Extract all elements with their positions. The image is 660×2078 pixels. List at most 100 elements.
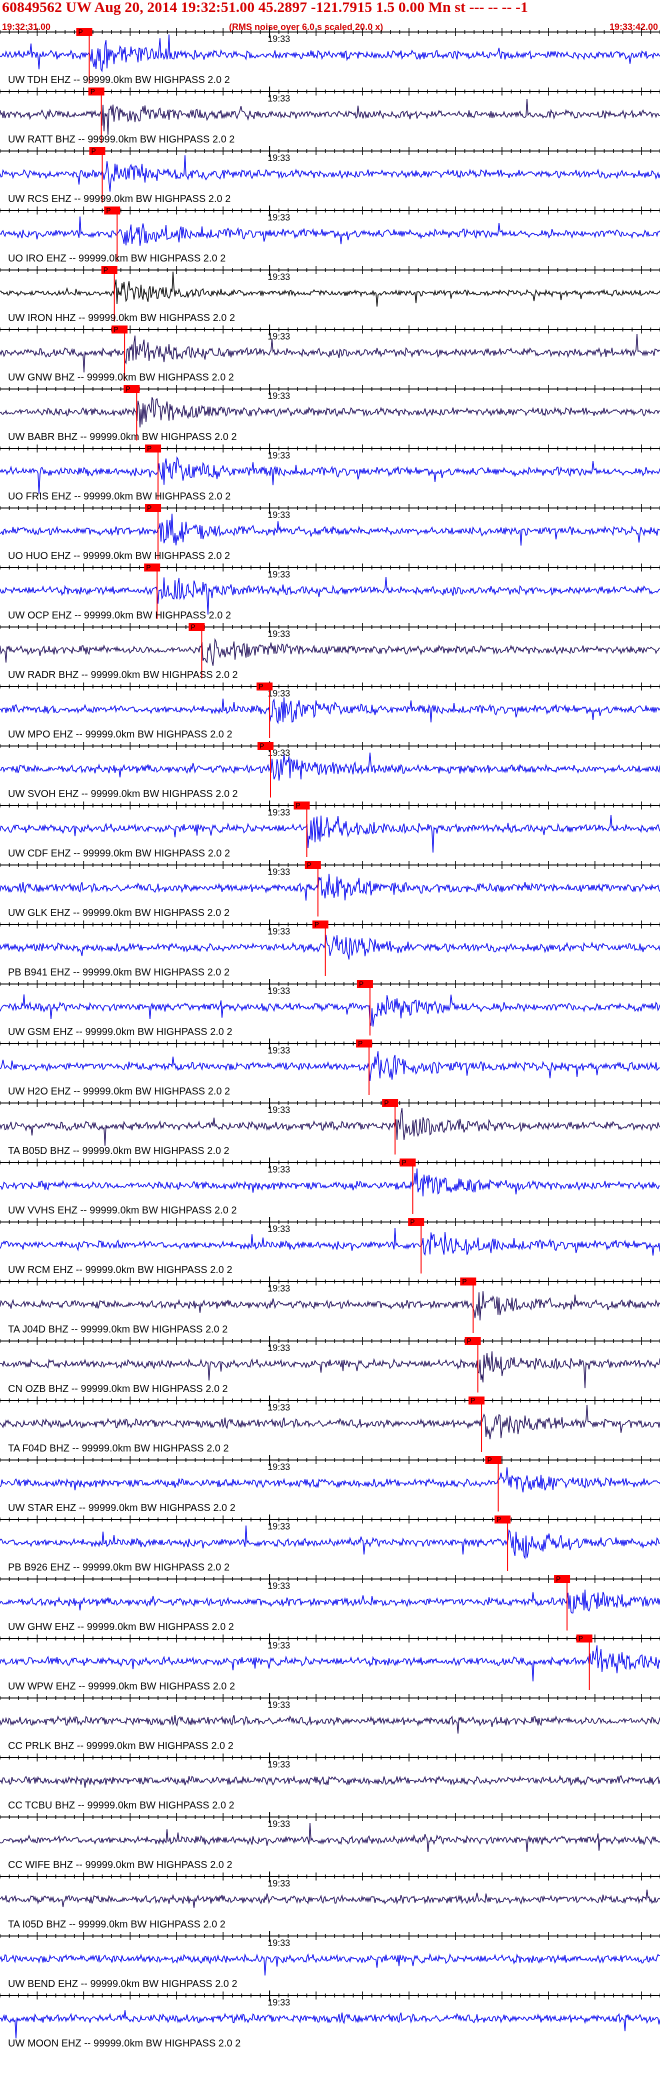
station-label: UO IRO EHZ -- 99999.0km BW HIGHPASS 2.0 … xyxy=(8,254,226,265)
waveform xyxy=(0,576,660,615)
station-label: UW H2O EHZ -- 99999.0km BW HIGHPASS 2.0 … xyxy=(8,1087,231,1098)
waveform xyxy=(0,814,660,853)
trace-7: 19:33 P UO FRIS EHZ -- 99999.0km BW HIGHPA… xyxy=(0,443,660,503)
pick-label: P xyxy=(384,1101,389,1108)
pick-label: P xyxy=(114,327,119,334)
minute-label: 19:33 xyxy=(268,1581,291,1591)
trace-27: 19:33 P UW WPW EHZ -- 99999.0km BW HIGHPAS… xyxy=(0,1633,660,1693)
waveform xyxy=(0,994,660,1027)
trace-21: 19:33 P TA J04D BHZ -- 99999.0km BW HIGHPA… xyxy=(0,1276,660,1336)
minute-label: 19:33 xyxy=(268,1284,291,1294)
waveform xyxy=(0,1645,660,1682)
trace-22: 19:33 P CN OZB BHZ -- 99999.0km BW HIGHPAS… xyxy=(0,1336,660,1395)
station-label: UW RCS EHZ -- 99999.0km BW HIGHPASS 2.0 … xyxy=(8,194,231,205)
trace-0: 19:33 P UW TDH EHZ -- 99999.0km BW HIGHPAS… xyxy=(0,27,660,86)
station-label: UW RCM EHZ -- 99999.0km BW HIGHPASS 2.0 … xyxy=(8,1265,233,1276)
pick-label: P xyxy=(191,625,196,632)
waveform xyxy=(0,1589,660,1614)
pick-label: P xyxy=(296,803,301,810)
station-label: PB B926 EHZ -- 99999.0km BW HIGHPASS 2.0… xyxy=(8,1563,230,1574)
trace-32: 19:33 UW BEND EHZ -- 99999.0km BW HIGHPAS… xyxy=(0,1931,660,1990)
waveform xyxy=(0,752,660,781)
waveform xyxy=(0,1714,660,1734)
pick-label: P xyxy=(410,1220,415,1227)
station-label: UW GNW BHZ -- 99999.0km BW HIGHPASS 2.0 … xyxy=(8,373,234,384)
minute-label: 19:33 xyxy=(268,34,291,44)
pick-label: P xyxy=(467,1339,472,1346)
trace-28: 19:33 CC PRLK BHZ -- 99999.0km BW HIGHPAS… xyxy=(0,1693,660,1752)
waveform xyxy=(0,1952,660,1976)
station-label: UW TDH EHZ -- 99999.0km BW HIGHPASS 2.0 … xyxy=(8,75,230,86)
waveform xyxy=(0,1467,660,1493)
station-label: UW VVHS EHZ -- 99999.0km BW HIGHPASS 2.0… xyxy=(8,1206,237,1217)
trace-9: 19:33 P UW OCP EHZ -- 99999.0km BW HIGHPAS… xyxy=(0,562,660,622)
pick-label: P xyxy=(126,387,131,394)
minute-label: 19:33 xyxy=(268,1462,291,1472)
waveform xyxy=(0,697,660,725)
waveform xyxy=(0,1351,660,1389)
station-label: CC TCBU BHZ -- 99999.0km BW HIGHPASS 2.0… xyxy=(8,1801,235,1812)
pick-label: P xyxy=(359,982,364,989)
waveform xyxy=(0,1822,660,1853)
trace-20: 19:33 P UW RCM EHZ -- 99999.0km BW HIGHPAS… xyxy=(0,1217,660,1276)
waveform xyxy=(0,934,660,960)
waveform xyxy=(0,333,660,373)
minute-label: 19:33 xyxy=(268,153,291,163)
trace-24: 19:33 P UW STAR EHZ -- 99999.0km BW HIGHPA… xyxy=(0,1455,660,1514)
waveform xyxy=(0,1291,660,1321)
waveform xyxy=(0,397,660,428)
pick-label: P xyxy=(78,30,83,37)
station-label: TA J04D BHZ -- 99999.0km BW HIGHPASS 2.0… xyxy=(8,1325,228,1336)
station-label: UW GLK EHZ -- 99999.0km BW HIGHPASS 2.0 … xyxy=(8,908,230,919)
trace-6: 19:33 P UW BABR BHZ -- 99999.0km BW HIGHPA… xyxy=(0,384,660,443)
trace-19: 19:33 P UW VVHS EHZ -- 99999.0km BW HIGHPA… xyxy=(0,1157,660,1217)
trace-11: 19:33PUW MPO EHZ -- 99999.0km BW HIGHPAS… xyxy=(0,681,660,741)
waveform xyxy=(0,1227,660,1256)
minute-label: 19:33 xyxy=(268,451,291,461)
trace-33: 19:33 UW MOON EHZ -- 99999.0km BW HIGHPAS… xyxy=(0,1990,660,2050)
station-label: UW RATT BHZ -- 99999.0km BW HIGHPASS 2.0… xyxy=(8,135,235,146)
pick-label: P xyxy=(358,1041,363,1048)
minute-label: 19:33 xyxy=(268,1522,291,1532)
trace-8: 19:33 P UO HUO EHZ -- 99999.0km BW HIGHPAS… xyxy=(0,503,660,562)
minute-label: 19:33 xyxy=(268,927,291,937)
pick-label: P xyxy=(103,268,108,275)
minute-label: 19:33 xyxy=(268,213,291,223)
waveform xyxy=(0,1051,660,1082)
trace-30: 19:33 CC WIFE BHZ -- 99999.0km BW HIGHPAS… xyxy=(0,1812,660,1871)
trace-2: 19:33 P UW RCS EHZ -- 99999.0km BW HIGHPAS… xyxy=(0,146,660,205)
waveform xyxy=(0,98,660,135)
station-label: UW MOON EHZ -- 99999.0km BW HIGHPASS 2.0… xyxy=(8,2039,241,2050)
trace-4: 19:33 P UW IRON HHZ -- 99999.0km BW HIGHPA… xyxy=(0,265,660,324)
minute-label: 19:33 xyxy=(268,510,291,520)
minute-label: 19:33 xyxy=(268,570,291,580)
minute-label: 19:33 xyxy=(268,1343,291,1353)
minute-label: 19:33 xyxy=(268,1403,291,1413)
station-label: UW GSM EHZ -- 99999.0km BW HIGHPASS 2.0 … xyxy=(8,1027,233,1038)
pick-label: P xyxy=(462,1279,467,1286)
station-label: UW MPO EHZ -- 99999.0km BW HIGHPASS 2.0 … xyxy=(8,730,233,741)
trace-17: 19:33 P UW H2O EHZ -- 99999.0km BW HIGHPAS… xyxy=(0,1038,660,1098)
trace-23: 19:33 P TA F04D BHZ -- 99999.0km BW HIGHPA… xyxy=(0,1395,660,1455)
minute-label: 19:33 xyxy=(268,1105,291,1115)
station-label: UW WPW EHZ -- 99999.0km BW HIGHPASS 2.0 … xyxy=(8,1682,236,1693)
waveform xyxy=(0,1889,660,1908)
trace-31: 19:33 TA I05D BHZ -- 99999.0km BW HIGHPAS… xyxy=(0,1871,660,1931)
trace-10: 19:33 P UW RADR BHZ -- 99999.0km BW HIGHPA… xyxy=(0,622,660,681)
waveform xyxy=(0,34,660,73)
pick-label: P xyxy=(556,1577,561,1584)
station-label: UW CDF EHZ -- 99999.0km BW HIGHPASS 2.0 … xyxy=(8,849,231,860)
minute-label: 19:33 xyxy=(268,1938,291,1948)
waveform xyxy=(0,1774,660,1788)
trace-5: 19:33 P UW GNW BHZ -- 99999.0km BW HIGHPAS… xyxy=(0,324,660,384)
minute-label: 19:33 xyxy=(268,808,291,818)
waveform xyxy=(0,1525,660,1560)
minute-label: 19:33 xyxy=(268,1165,291,1175)
minute-label: 19:33 xyxy=(268,867,291,877)
station-label: UW STAR EHZ -- 99999.0km BW HIGHPASS 2.0… xyxy=(8,1503,236,1514)
station-label: CN OZB BHZ -- 99999.0km BW HIGHPASS 2.0 … xyxy=(8,1384,228,1395)
minute-label: 19:33 xyxy=(268,94,291,104)
minute-label: 19:33 xyxy=(268,391,291,401)
station-label: UW RADR BHZ -- 99999.0km BW HIGHPASS 2.0… xyxy=(8,670,238,681)
station-label: UW OCP EHZ -- 99999.0km BW HIGHPASS 2.0 … xyxy=(8,611,231,622)
